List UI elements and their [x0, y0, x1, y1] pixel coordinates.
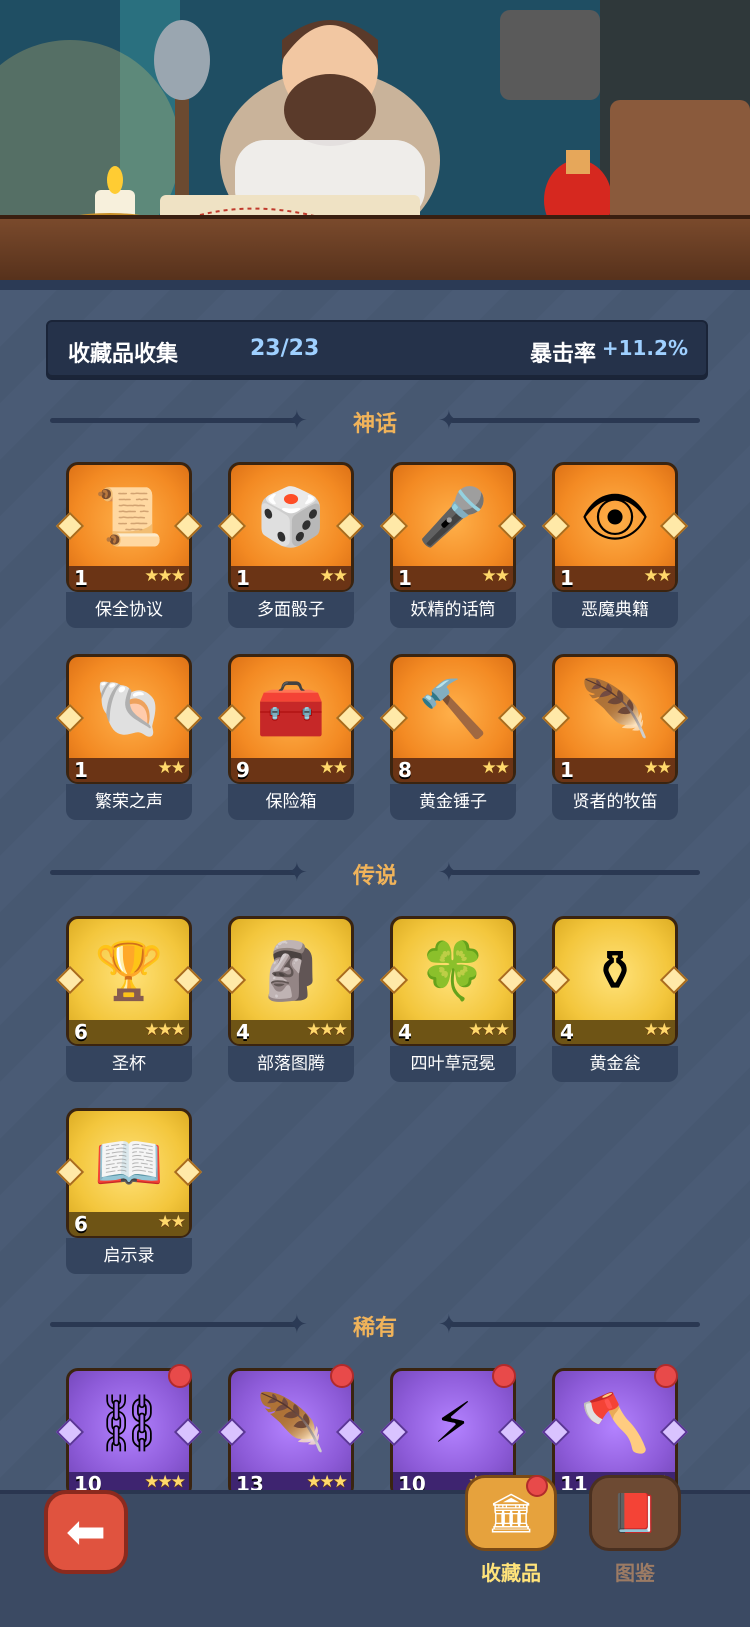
card-level: 6 — [74, 1020, 88, 1044]
lightning-card-icon: ⚡ — [433, 1391, 473, 1456]
tribal-totem-icon: 🗿 — [256, 939, 326, 1004]
golden-hammer-icon: 🔨 — [418, 677, 488, 742]
card-level: 9 — [236, 758, 250, 782]
collectible-card[interactable]: 🎲 1 ★★ 多面骰子 — [217, 462, 365, 634]
collectible-card[interactable]: 🍀 4 ★★★ 四叶草冠冕 — [379, 916, 527, 1088]
hero-banner — [0, 0, 750, 290]
card-name: 四叶草冠冕 — [390, 1046, 516, 1082]
card-stars: ★★★ — [144, 566, 186, 586]
card-level: 6 — [74, 1212, 88, 1236]
card-name: 圣杯 — [66, 1046, 192, 1082]
fairy-microphone-icon: 🎤 — [418, 485, 488, 550]
card-level: 1 — [398, 566, 412, 590]
card-stars: ★★ — [157, 758, 187, 778]
card-stars: ★★ — [643, 566, 673, 586]
collectible-card[interactable]: 🐚 1 ★★ 繁荣之声 — [55, 654, 203, 826]
card-name: 保全协议 — [66, 592, 192, 628]
clover-crown-icon: 🍀 — [418, 939, 488, 1004]
card-level: 1 — [74, 758, 88, 782]
collection-summary-bar: 收藏品收集 23/23 暴击率 +11.2% — [46, 320, 708, 380]
card-stars: ★★★ — [306, 1472, 348, 1492]
book-icon: 📕 — [589, 1475, 681, 1551]
card-stars: ★★ — [319, 566, 349, 586]
card-stars: ★★★ — [144, 1020, 186, 1040]
section-divider-mythic: ✦ 神话 ✦ — [50, 402, 700, 438]
card-level: 4 — [560, 1020, 574, 1044]
collectible-card[interactable]: 🪶 1 ★★ 贤者的牧笛 — [541, 654, 689, 826]
nav-tab-label: 收藏品 — [481, 1561, 541, 1585]
golden-urn-icon: ⚱ — [591, 939, 639, 1004]
card-stars: ★★★ — [468, 1020, 510, 1040]
card-name: 黄金瓮 — [552, 1046, 678, 1082]
conch-shell-icon: 🐚 — [94, 677, 164, 742]
phoenix-feather-icon: 🪶 — [256, 1391, 326, 1456]
notification-dot-icon — [654, 1364, 678, 1388]
collectible-card[interactable]: 📜 1 ★★★ 保全协议 — [55, 462, 203, 634]
counter-table — [0, 215, 750, 290]
nav-tab-atlas[interactable]: 📕 图鉴 — [580, 1475, 690, 1595]
card-name: 恶魔典籍 — [552, 592, 678, 628]
section-divider-rare: ✦ 稀有 ✦ — [50, 1306, 700, 1342]
card-level: 1 — [236, 566, 250, 590]
crit-rate-value: +11.2% — [601, 336, 688, 360]
collection-count: 23/23 — [250, 336, 320, 361]
collectible-card[interactable]: 📖 6 ★★ 启示录 — [55, 1108, 203, 1280]
card-level: 1 — [560, 566, 574, 590]
notification-dot-icon — [168, 1364, 192, 1388]
card-stars: ★★★ — [144, 1472, 186, 1492]
collectible-card[interactable]: 🗿 4 ★★★ 部落图腾 — [217, 916, 365, 1088]
open-book-icon: 📖 — [94, 1131, 164, 1196]
collectible-card[interactable]: 🔨 8 ★★ 黄金锤子 — [379, 654, 527, 826]
collectible-card[interactable]: 🎤 1 ★★ 妖精的话筒 — [379, 462, 527, 634]
collectible-card[interactable]: 🧰 9 ★★ 保险箱 — [217, 654, 365, 826]
divider-line — [450, 1322, 700, 1327]
holy-grail-icon: 🏆 — [94, 939, 164, 1004]
card-level: 4 — [236, 1020, 250, 1044]
card-name: 妖精的话筒 — [390, 592, 516, 628]
card-stars: ★★ — [481, 566, 511, 586]
card-stars: ★★★ — [306, 1020, 348, 1040]
contract-scroll-icon: 📜 — [94, 485, 164, 550]
hero-edge — [0, 280, 750, 290]
card-stars: ★★ — [319, 758, 349, 778]
divider-line — [450, 870, 700, 875]
back-arrow-icon: ⬅ — [65, 1504, 107, 1560]
treasure-chest-icon: 🧰 — [256, 677, 326, 742]
collectible-card[interactable]: ⚱ 4 ★★ 黄金瓮 — [541, 916, 689, 1088]
section-divider-legend: ✦ 传说 ✦ — [50, 854, 700, 890]
collectible-card[interactable]: 🏆 6 ★★★ 圣杯 — [55, 916, 203, 1088]
card-stars: ★★ — [481, 758, 511, 778]
nav-tab-collectibles[interactable]: 🏛 收藏品 — [456, 1475, 566, 1595]
chain-icon: ⛓ — [93, 1391, 165, 1456]
notification-dot-icon — [526, 1475, 548, 1497]
dice-icon: 🎲 — [256, 485, 326, 550]
card-name: 繁荣之声 — [66, 784, 192, 820]
card-level: 1 — [74, 566, 88, 590]
card-level: 4 — [398, 1020, 412, 1044]
card-name: 多面骰子 — [228, 592, 354, 628]
collection-title: 收藏品收集 — [68, 342, 179, 367]
card-name: 保险箱 — [228, 784, 354, 820]
card-stars: ★★ — [643, 758, 673, 778]
axe-icon: 🪓 — [580, 1391, 650, 1456]
card-name: 启示录 — [66, 1238, 192, 1274]
card-stars: ★★ — [157, 1212, 187, 1232]
notification-dot-icon — [330, 1364, 354, 1388]
card-stars: ★★ — [643, 1020, 673, 1040]
card-name: 黄金锤子 — [390, 784, 516, 820]
collectible-card[interactable]: 👁 1 ★★ 恶魔典籍 — [541, 462, 689, 634]
card-name: 部落图腾 — [228, 1046, 354, 1082]
notification-dot-icon — [492, 1364, 516, 1388]
card-name: 贤者的牧笛 — [552, 784, 678, 820]
demon-tome-icon: 👁 — [579, 485, 651, 550]
back-button[interactable]: ⬅ — [44, 1490, 128, 1574]
card-level: 8 — [398, 758, 412, 782]
divider-line — [450, 418, 700, 423]
card-level: 1 — [560, 758, 574, 782]
feather-flute-icon: 🪶 — [580, 677, 650, 742]
crit-rate-label: 暴击率 — [529, 342, 596, 367]
nav-tab-label: 图鉴 — [615, 1561, 655, 1585]
